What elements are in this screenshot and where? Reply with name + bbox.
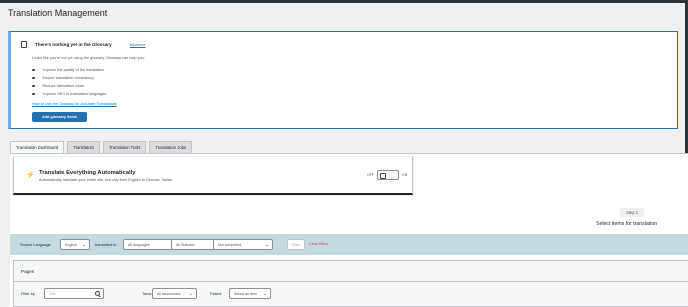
auto-translate-subtitle: Automatically translate your entire site…	[39, 178, 174, 182]
benefit-item: Reduce translation costs	[32, 82, 106, 90]
taxonomy-select[interactable]: All taxonomies	[152, 288, 197, 299]
search-icon[interactable]	[95, 291, 100, 296]
benefit-item: Improve SEO in translation languages	[32, 90, 107, 98]
glossary-help-link[interactable]: How to Use the Glossary for Accurate Tra…	[32, 102, 117, 106]
search-placeholder: Title	[49, 291, 56, 296]
notice-title: There's nothing yet in the Glossary	[35, 42, 112, 47]
minimize-link[interactable]: Minimize	[130, 42, 146, 47]
step-badge: Step 1	[620, 208, 644, 217]
language-filter-bar: Source Language English translated to Al…	[10, 234, 688, 255]
parent-label: Parent	[210, 291, 222, 296]
glossary-notice: There's nothing yet in the Glossary Mini…	[8, 31, 678, 129]
filter-button[interactable]: Filter	[287, 239, 305, 250]
source-language-select[interactable]: English	[60, 239, 90, 250]
glossary-icon	[21, 41, 27, 48]
lightning-icon: ⚡	[26, 172, 35, 179]
benefit-item: Ensure translation consistency	[32, 74, 106, 82]
toggle-on-label: ON	[402, 173, 408, 177]
page-title: Translation Management	[8, 8, 108, 18]
auto-translate-title: Translate Everything Automatically	[39, 170, 136, 176]
progress-select[interactable]: Not completed	[213, 239, 273, 250]
auto-translate-card: ⚡ Translate Everything Automatically Aut…	[13, 157, 413, 195]
filter-by-label: Filter by	[21, 291, 35, 296]
admin-bar	[0, 0, 688, 3]
source-language-label: Source Language	[20, 242, 51, 247]
pages-divider	[14, 281, 688, 282]
pages-search-input[interactable]: Title	[44, 288, 104, 299]
pages-title: Pages	[21, 269, 35, 274]
benefit-list: Improve the quality of the translation E…	[32, 66, 107, 98]
auto-translate-toggle[interactable]	[377, 170, 399, 180]
clear-filters-link[interactable]: Clear filters	[309, 242, 328, 246]
translated-to-label: translated to	[95, 242, 117, 247]
notice-header: There's nothing yet in the Glossary Mini…	[21, 41, 145, 48]
step-title: Select items for translation	[596, 221, 658, 227]
toggle-knob[interactable]	[380, 172, 386, 179]
notice-description: Looks like you're not yet using the glos…	[32, 56, 145, 60]
toggle-off-label: OFF	[367, 173, 374, 177]
add-glossary-items-button[interactable]: Add glossary items	[32, 112, 87, 122]
pages-section: Pages Filter by Title Taxonomy Term All …	[13, 260, 688, 307]
parent-select[interactable]: Select an item	[229, 288, 271, 299]
target-language-select[interactable]: All languages	[123, 239, 178, 250]
benefit-item: Improve the quality of the translation	[32, 66, 106, 74]
